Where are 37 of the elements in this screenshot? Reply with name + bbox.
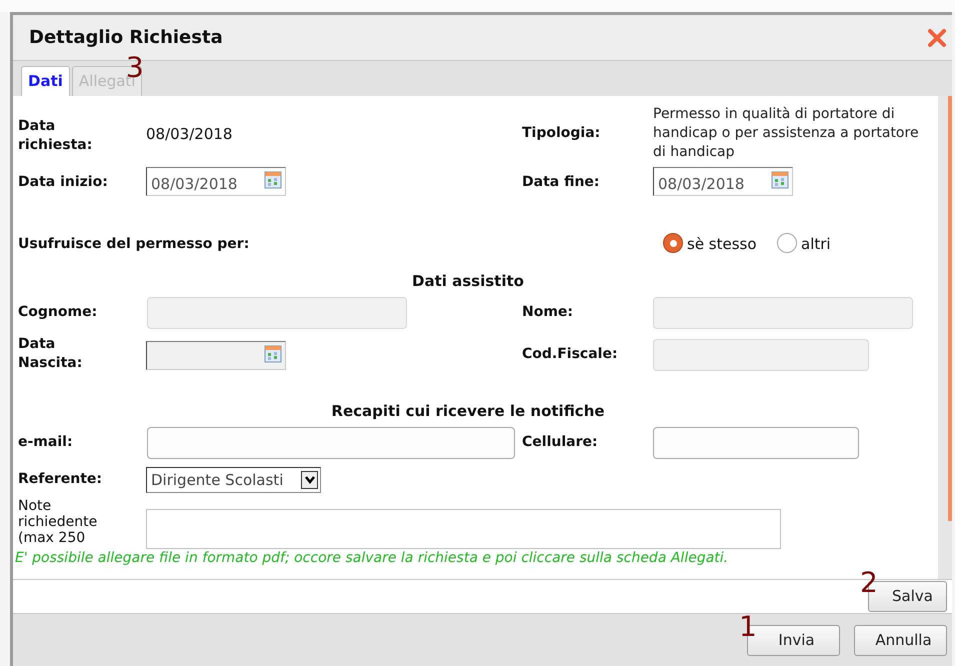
field-label: e-mail: bbox=[18, 433, 73, 452]
field-label: Data richiesta: bbox=[18, 117, 92, 155]
field-value: 08/03/2018 bbox=[146, 124, 232, 145]
field-label: Cognome: bbox=[18, 303, 98, 322]
radio-button[interactable] bbox=[777, 233, 797, 253]
section-heading: Dati assistito bbox=[412, 272, 524, 290]
field-label: Cellulare: bbox=[522, 433, 598, 452]
field-label: Data fine: bbox=[522, 173, 600, 192]
date-field[interactable]: 08/03/2018 bbox=[653, 167, 793, 196]
button[interactable]: Annulla bbox=[854, 624, 947, 656]
close-icon[interactable] bbox=[927, 28, 947, 48]
field-label: Note richiedente (max 250 bbox=[18, 498, 98, 546]
field-label: Referente: bbox=[18, 470, 102, 489]
radio-label[interactable]: altri bbox=[801, 235, 831, 253]
scrollbar-thumb[interactable] bbox=[948, 96, 952, 521]
text-area[interactable] bbox=[146, 509, 781, 549]
field-label: Tipologia: bbox=[522, 124, 600, 143]
info-note: E' possibile allegare file in formato pdf; occore salvare la richiesta e poi cliccare sulla scheda Allegati. bbox=[15, 549, 728, 568]
radio-button[interactable] bbox=[663, 233, 683, 253]
radio-label[interactable]: sè stesso bbox=[687, 235, 757, 253]
text-field[interactable] bbox=[147, 427, 515, 459]
field-label: Data Nascita: bbox=[18, 335, 82, 373]
calendar-icon[interactable] bbox=[771, 171, 789, 189]
tab[interactable]: Dati bbox=[21, 66, 70, 96]
date-field[interactable]: 08/03/2018 bbox=[146, 167, 286, 196]
dialog-title: Dettaglio Richiesta bbox=[29, 26, 223, 50]
dropdown[interactable]: Dirigente Scolasti bbox=[146, 467, 321, 493]
field-value: Permesso in qualità di portatore di handicap o per assistenza a portatore di handicap bbox=[653, 105, 920, 162]
section-heading: Recapiti cui ricevere le notifiche bbox=[331, 402, 605, 420]
scrollbar[interactable] bbox=[938, 96, 952, 579]
field-label: Nome: bbox=[522, 303, 574, 322]
field-label: Usufruisce del permesso per: bbox=[18, 235, 250, 254]
calendar-icon[interactable] bbox=[264, 171, 282, 189]
field-label: Cod.Fiscale: bbox=[522, 345, 618, 364]
text-field[interactable] bbox=[653, 427, 859, 459]
caret-icon bbox=[301, 471, 318, 489]
field-label: Data inizio: bbox=[18, 173, 108, 192]
